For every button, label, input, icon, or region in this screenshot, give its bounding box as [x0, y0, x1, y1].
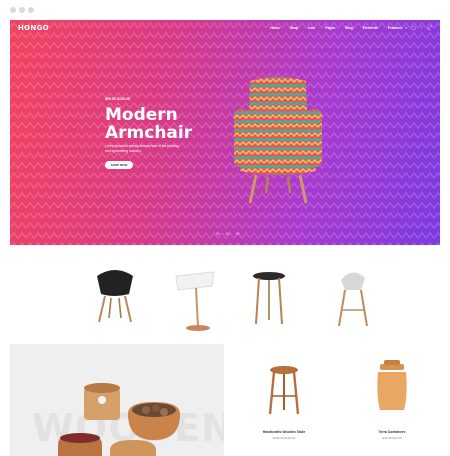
- hero-title-line1: Modern: [105, 105, 178, 125]
- main-menu: Home Shop Icon Pages Blog Elements Featu…: [270, 26, 402, 30]
- menu-item-home[interactable]: Home: [270, 26, 279, 30]
- product-price: $195.00 $130.00: [272, 436, 296, 440]
- armchair-image: [233, 77, 323, 204]
- menu-item-features[interactable]: Features: [388, 26, 402, 30]
- slide-indicator[interactable]: 01: [216, 232, 220, 236]
- hero-slider: HONGO Home Shop Icon Pages Blog Elements…: [10, 20, 440, 245]
- hero-price: $99.00 $120.00: [105, 97, 130, 101]
- black-chair-icon: [97, 270, 133, 323]
- top-navigation: HONGO Home Shop Icon Pages Blog Elements…: [10, 20, 440, 38]
- cart-icon[interactable]: ⊔0: [427, 25, 432, 30]
- menu-item-pages[interactable]: Pages: [325, 26, 335, 30]
- menu-item-blog[interactable]: Blog: [345, 26, 353, 30]
- category-row: [10, 256, 440, 336]
- category-bar-stool[interactable]: [323, 256, 383, 336]
- product-card[interactable]: Handicrafts Wooden Table $195.00 $130.00: [224, 344, 344, 456]
- slider-pagination: 01 02 03: [216, 232, 239, 236]
- category-side-table[interactable]: [239, 256, 299, 336]
- window-dot-icon: [19, 7, 25, 13]
- category-white-lamp[interactable]: [168, 256, 228, 336]
- user-icon[interactable]: ◯: [411, 25, 415, 30]
- menu-item-icon[interactable]: Icon: [308, 26, 315, 30]
- menu-item-shop[interactable]: Shop: [290, 26, 298, 30]
- shop-now-button[interactable]: SHOP NOW: [105, 161, 133, 169]
- wooden-stool-image: [268, 366, 300, 415]
- side-table-icon: [253, 272, 285, 325]
- wooden-banner[interactable]: WOODEN: [10, 344, 224, 456]
- terra-container-image: [377, 360, 407, 410]
- hero-title-line2: Armchair: [105, 123, 193, 143]
- product-name[interactable]: Terra Containers: [344, 430, 440, 434]
- slide-indicator[interactable]: 03: [236, 232, 240, 236]
- white-lamp-icon: [175, 271, 215, 331]
- product-price: $30.00 $20.00: [382, 436, 402, 440]
- category-black-chair[interactable]: [85, 256, 145, 336]
- product-card[interactable]: Terra Containers $30.00 $20.00: [344, 344, 440, 456]
- site-logo[interactable]: HONGO: [18, 24, 49, 32]
- product-name[interactable]: Handicrafts Wooden Table: [224, 430, 344, 434]
- search-icon[interactable]: ⌕: [405, 25, 407, 30]
- hero-title: Modern Armchair: [105, 106, 245, 142]
- slide-indicator[interactable]: 02: [226, 232, 230, 236]
- site-frame: HONGO Home Shop Icon Pages Blog Elements…: [10, 20, 440, 456]
- bar-stool-icon: [338, 272, 368, 327]
- window-dot-icon: [28, 7, 34, 13]
- wooden-jars-image: [58, 383, 180, 456]
- window-dot-icon: [10, 7, 16, 13]
- heart-icon[interactable]: ♡: [420, 25, 424, 30]
- cart-count: 0: [430, 25, 432, 28]
- hero-description: Lorem ipsum is simply dummy text of the …: [105, 144, 179, 153]
- menu-item-elements[interactable]: Elements: [363, 26, 378, 30]
- browser-chrome: [0, 0, 450, 20]
- header-actions: ⌕ ◯ ♡ ⊔0: [405, 25, 432, 30]
